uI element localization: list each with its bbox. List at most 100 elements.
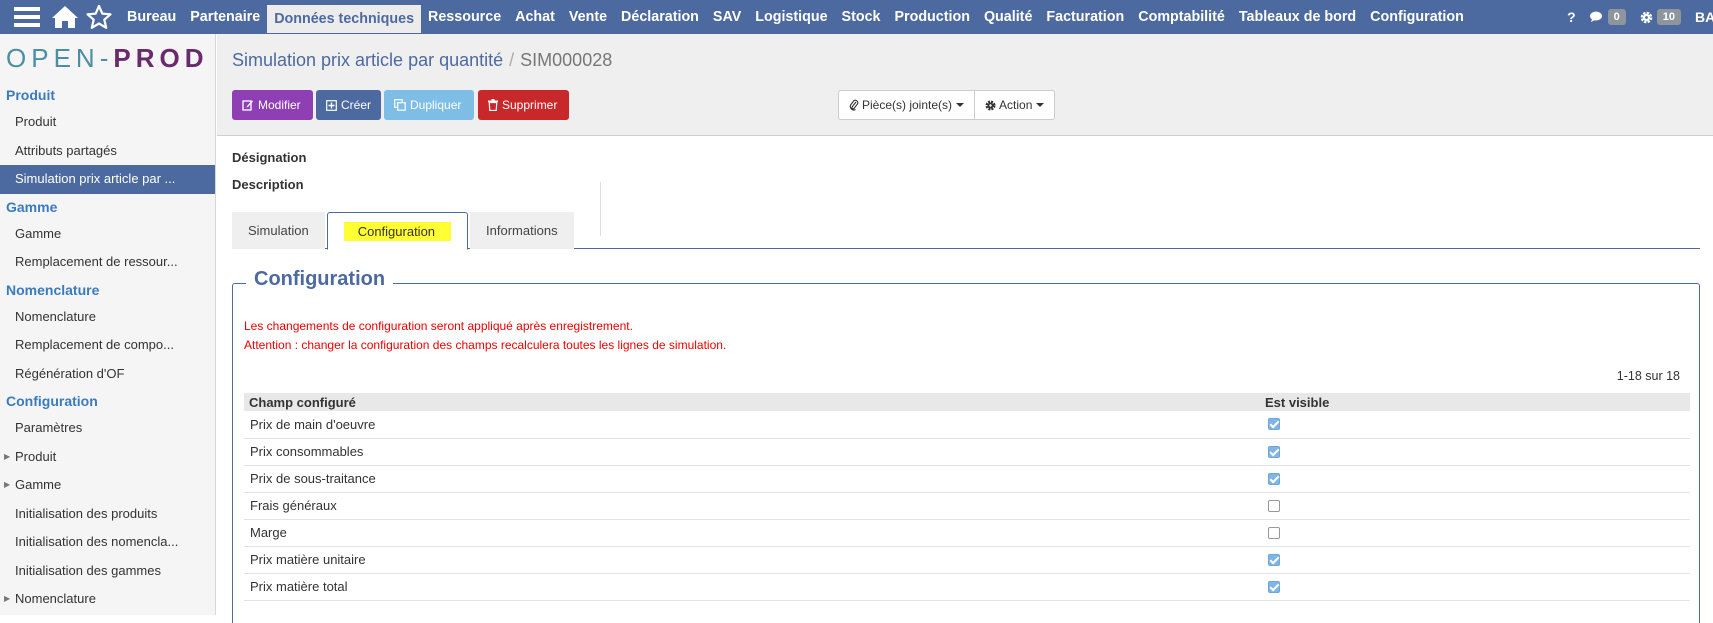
visible-checkbox[interactable]: [1268, 499, 1280, 512]
table-row[interactable]: Prix matière total: [244, 573, 1690, 601]
description-label: Description: [232, 177, 304, 192]
table-row[interactable]: Prix de sous-traitance: [244, 465, 1690, 493]
copy-icon: [394, 99, 406, 111]
logo-text-open: OPEN: [6, 42, 100, 73]
menu-item-bureau[interactable]: Bureau: [120, 0, 183, 34]
gear-icon: [985, 100, 996, 110]
visible-checkbox[interactable]: [1268, 472, 1280, 485]
tab-simulation[interactable]: Simulation: [232, 212, 325, 249]
openprod-logo[interactable]: OPEN - PROD: [0, 34, 215, 82]
column-header-visible[interactable]: Est visible: [1260, 393, 1690, 411]
topbar-right: ? 0 10 BA: [1567, 0, 1713, 34]
sidebar-item-regeneration-d-of[interactable]: Régénération d'OF: [0, 360, 215, 389]
column-header-field[interactable]: Champ configuré: [244, 393, 1260, 411]
logo-dash: -: [99, 42, 114, 73]
visible-checkbox[interactable]: [1268, 580, 1280, 593]
caret-down-icon: [1036, 103, 1045, 107]
table-row[interactable]: Prix de main d'oeuvre: [244, 411, 1690, 439]
user-menu[interactable]: BA: [1695, 9, 1713, 25]
menu-item-vente[interactable]: Vente: [562, 0, 614, 34]
plus-square-icon: [326, 99, 337, 111]
help-button[interactable]: ?: [1567, 9, 1576, 25]
caret-right-icon: ▶: [4, 594, 11, 603]
visible-checkbox[interactable]: [1268, 553, 1280, 566]
menu-item-configuration[interactable]: Configuration: [1363, 0, 1471, 34]
trash-icon: [488, 99, 498, 111]
control-panel: Simulation prix article par quantité / SIM…: [217, 34, 1713, 136]
sidebar-item-produit[interactable]: Produit: [0, 108, 215, 137]
duplicate-button[interactable]: Dupliquer: [384, 90, 474, 120]
menu-item-comptabilite[interactable]: Comptabilité: [1131, 0, 1232, 34]
visible-checkbox[interactable]: [1268, 526, 1280, 539]
caret-right-icon: ▶: [4, 480, 11, 489]
tab-informations[interactable]: Informations: [470, 212, 574, 249]
menu-item-facturation[interactable]: Facturation: [1039, 0, 1131, 34]
sidebar-item-produit[interactable]: ▶ Produit: [0, 443, 215, 472]
tab-configuration[interactable]: Configuration: [326, 212, 469, 250]
sidebar-item-parametres[interactable]: Paramètres: [0, 414, 215, 443]
menu-item-partenaire[interactable]: Partenaire: [183, 0, 267, 34]
menu-item-production[interactable]: Production: [887, 0, 976, 34]
menu-item-declaration[interactable]: Déclaration: [614, 0, 706, 34]
sidebar-item-label: Produit: [15, 448, 57, 464]
sidebar-item-initialisation-des-nomencla[interactable]: Initialisation des nomencla...: [0, 528, 215, 557]
notebook-tabs: Simulation Configuration Informations: [232, 212, 1700, 250]
table-row[interactable]: Prix consommables: [244, 438, 1690, 466]
edit-button[interactable]: Modifier: [232, 90, 313, 120]
configuration-table: Champ configuré Est visible Prix de main…: [244, 393, 1690, 601]
field-name-cell: Prix matière total: [244, 573, 1260, 601]
chat-icon: [1589, 11, 1602, 22]
sidebar-section-nomenclature: Nomenclature: [6, 281, 100, 298]
favorites-star-icon[interactable]: [82, 0, 116, 34]
field-name-cell: Prix de main d'oeuvre: [244, 411, 1260, 439]
sidebar-item-nomenclature[interactable]: Nomenclature: [0, 303, 215, 332]
menu-item-sav[interactable]: SAV: [706, 0, 748, 34]
sidebar-section-gamme: Gamme: [6, 198, 58, 215]
menu-item-tableaux-de-bord[interactable]: Tableaux de bord: [1232, 0, 1363, 34]
sidebar-item-attributs-partages[interactable]: Attributs partagés: [0, 137, 215, 166]
sidebar-item-label: Nomenclature: [15, 591, 96, 606]
home-icon[interactable]: [48, 0, 82, 34]
visible-cell: [1260, 573, 1690, 601]
form-fields: Désignation Description: [232, 148, 306, 202]
visible-checkbox[interactable]: [1268, 418, 1280, 431]
attachments-dropdown[interactable]: Pièce(s) jointe(s): [838, 90, 976, 120]
breadcrumb-parent-link[interactable]: Simulation prix article par quantité: [232, 50, 503, 70]
hamburger-icon[interactable]: [10, 0, 44, 34]
sidebar-item-gamme[interactable]: Gamme: [0, 220, 215, 249]
menu-item-donnees-techniques[interactable]: Données techniques: [267, 4, 422, 33]
caret-right-icon: ▶: [4, 451, 11, 461]
menu-item-logistique[interactable]: Logistique: [748, 0, 834, 34]
sidebar-item-simulation-prix-article-par[interactable]: Simulation prix article par ...: [0, 165, 215, 194]
menu-item-ressource[interactable]: Ressource: [421, 0, 508, 34]
create-button[interactable]: Créer: [316, 90, 381, 120]
gear-icon: [1640, 11, 1653, 23]
field-name-cell: Prix consommables: [244, 438, 1260, 466]
delete-button[interactable]: Supprimer: [478, 90, 569, 120]
messages-count-badge: 0: [1607, 9, 1626, 25]
sidebar-item-remplacement-de-ressour[interactable]: Remplacement de ressour...: [0, 248, 215, 277]
sidebar-item-initialisation-des-produits[interactable]: Initialisation des produits: [0, 500, 215, 529]
visible-checkbox[interactable]: [1268, 445, 1280, 458]
main-content: Simulation prix article par quantité / SIM…: [217, 34, 1713, 623]
action-dropdown[interactable]: Action: [975, 90, 1056, 120]
top-navbar: Bureau Partenaire Données techniques Ressou…: [0, 0, 1713, 34]
sidebar-item-initialisation-des-gammes[interactable]: Initialisation des gammes: [0, 557, 215, 586]
sidebar-item-label: Régénération d'OF: [15, 365, 125, 381]
menu-item-qualite[interactable]: Qualité: [977, 0, 1039, 34]
sidebar-item-nomenclature[interactable]: ▶ Nomenclature: [0, 585, 215, 614]
configuration-title: Configuration: [246, 268, 394, 291]
settings-button[interactable]: 10: [1640, 9, 1681, 25]
sidebar-item-label: Gamme: [15, 225, 62, 241]
table-row[interactable]: Frais généraux: [244, 492, 1690, 520]
sidebar-item-gamme[interactable]: ▶ Gamme: [0, 471, 215, 500]
menu-item-achat[interactable]: Achat: [508, 0, 562, 34]
table-row[interactable]: Prix matière unitaire: [244, 546, 1690, 574]
sidebar-item-label: Initialisation des gammes: [15, 562, 161, 578]
sidebar-menu: Produit Produit Attributs partagés Simulati…: [0, 82, 215, 614]
table-row[interactable]: Marge: [244, 519, 1690, 547]
messages-button[interactable]: 0: [1589, 9, 1626, 25]
menu-item-stock[interactable]: Stock: [835, 0, 888, 34]
sidebar-item-remplacement-de-compo[interactable]: Remplacement de compo...: [0, 331, 215, 360]
field-name-cell: Frais généraux: [244, 492, 1260, 520]
